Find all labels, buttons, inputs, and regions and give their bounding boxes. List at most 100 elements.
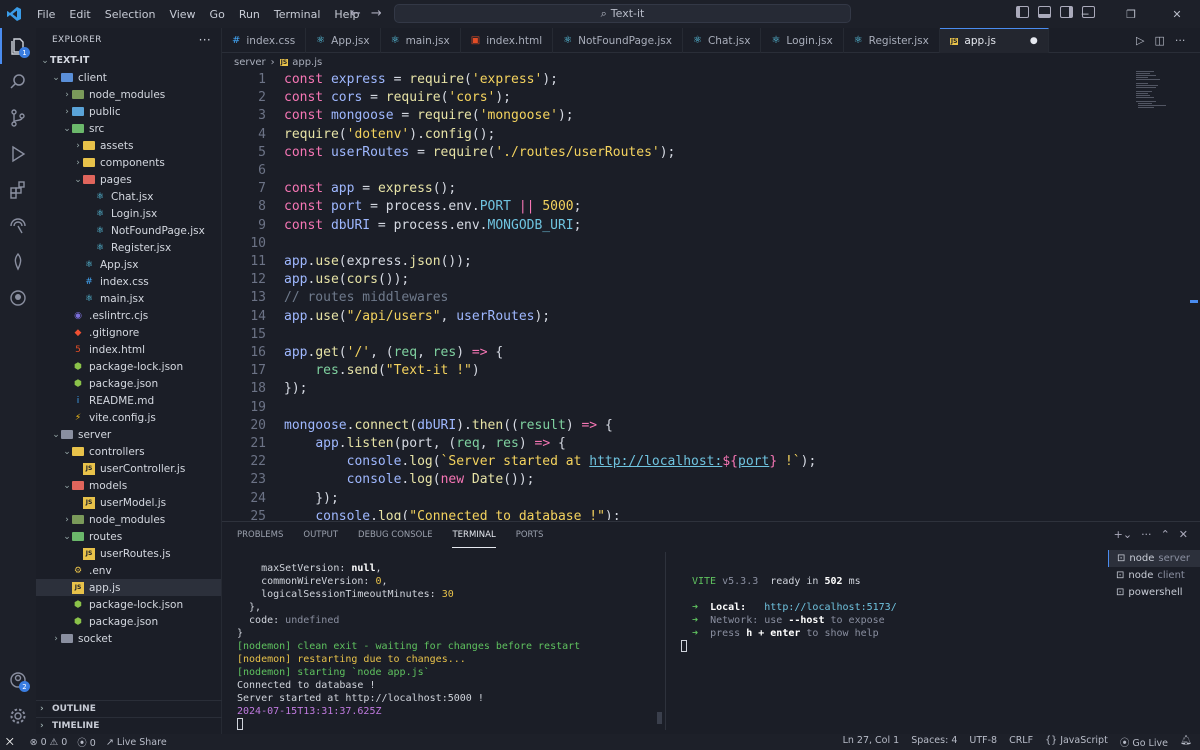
tab-login-jsx[interactable]: ⚛ Login.jsx xyxy=(761,28,844,53)
breadcrumb-file[interactable]: app.js xyxy=(292,57,322,68)
menu-selection[interactable]: Selection xyxy=(98,8,163,21)
folder-item[interactable]: ⌄ models xyxy=(36,477,221,494)
file-item[interactable]: # index.css xyxy=(36,273,221,290)
file-item[interactable]: ⚡ vite.config.js xyxy=(36,409,221,426)
file-item[interactable]: JS userController.js xyxy=(36,460,221,477)
accounts-icon[interactable]: 2 xyxy=(0,662,36,698)
settings-gear-icon[interactable] xyxy=(0,698,36,734)
split-editor-icon[interactable]: ◫ xyxy=(1154,34,1164,47)
folder-item[interactable]: ⌄ client xyxy=(36,69,221,86)
toggle-panel-icon[interactable] xyxy=(1038,6,1051,18)
github-icon[interactable] xyxy=(0,280,36,316)
terminal-server[interactable]: maxSetVersion: null, commonWireVersion: … xyxy=(237,562,657,718)
file-item[interactable]: ⬢ package-lock.json xyxy=(36,358,221,375)
more-actions-icon[interactable]: ··· xyxy=(199,33,211,47)
file-item[interactable]: ⚛ main.jsx xyxy=(36,290,221,307)
folder-item[interactable]: ⌄ pages xyxy=(36,171,221,188)
panel-tab-debug-console[interactable]: DEBUG CONSOLE xyxy=(358,522,432,548)
minimap[interactable] xyxy=(1134,70,1184,110)
go-live-button[interactable]: ⦿ Go Live xyxy=(1120,735,1168,749)
forward-arrow-icon[interactable]: → xyxy=(371,6,392,21)
folder-item[interactable]: ⌄ src xyxy=(36,120,221,137)
remote-indicator-icon[interactable]: ⨉ xyxy=(0,737,20,748)
folder-item[interactable]: ⌄ controllers xyxy=(36,443,221,460)
menu-terminal[interactable]: Terminal xyxy=(267,8,328,21)
file-item[interactable]: ◉ .eslintrc.cjs xyxy=(36,307,221,324)
terminal-scrollbar[interactable] xyxy=(657,712,662,724)
restore-icon[interactable]: ❐ xyxy=(1108,0,1154,28)
maximize-panel-icon[interactable]: ⌃ xyxy=(1161,528,1170,541)
live-share-status[interactable]: ↗ Live Share xyxy=(106,737,167,748)
mongodb-icon[interactable] xyxy=(0,244,36,280)
explorer-icon[interactable]: 1 xyxy=(0,28,36,64)
folder-item[interactable]: › node_modules xyxy=(36,511,221,528)
file-item[interactable]: JS app.js xyxy=(36,579,221,596)
file-item[interactable]: ⚛ Register.jsx xyxy=(36,239,221,256)
file-item[interactable]: ⬢ package-lock.json xyxy=(36,596,221,613)
terminal-client[interactable]: VITE v5.3.3 ready in 502 ms ➜ Local: htt… xyxy=(692,575,1092,640)
close-icon[interactable]: ✕ xyxy=(1154,0,1200,28)
tab-main-jsx[interactable]: ⚛ main.jsx xyxy=(381,28,461,53)
folder-item[interactable]: ⌄ routes xyxy=(36,528,221,545)
tab-register-jsx[interactable]: ⚛ Register.jsx xyxy=(844,28,940,53)
toggle-sidebar-icon[interactable] xyxy=(1016,6,1029,18)
file-item[interactable]: ⚙ .env xyxy=(36,562,221,579)
terminal-instance[interactable]: ⊡ node server xyxy=(1108,550,1200,567)
timeline-section[interactable]: › TIMELINE xyxy=(36,717,222,734)
file-item[interactable]: JS userRoutes.js xyxy=(36,545,221,562)
menu-file[interactable]: File xyxy=(30,8,62,21)
tab-chat-jsx[interactable]: ⚛ Chat.jsx xyxy=(683,28,762,53)
notifications-bell-icon[interactable]: 🔔︎ xyxy=(1180,735,1192,749)
end-of-line[interactable]: CRLF xyxy=(1009,735,1033,749)
extensions-icon[interactable] xyxy=(0,172,36,208)
file-item[interactable]: i README.md xyxy=(36,392,221,409)
breadcrumb-folder[interactable]: server xyxy=(234,57,266,68)
search-icon[interactable] xyxy=(0,64,36,100)
indentation[interactable]: Spaces: 4 xyxy=(911,735,957,749)
terminal-instance[interactable]: ⊡ powershell xyxy=(1108,584,1200,601)
tab-index-html[interactable]: ▣ index.html xyxy=(461,28,554,53)
language-mode[interactable]: {} JavaScript xyxy=(1045,735,1108,749)
minimize-icon[interactable]: ─ xyxy=(1062,0,1108,28)
folder-item[interactable]: › components xyxy=(36,154,221,171)
new-terminal-icon[interactable]: +⌄ xyxy=(1114,528,1132,541)
folder-item[interactable]: › assets xyxy=(36,137,221,154)
panel-tab-output[interactable]: OUTPUT xyxy=(303,522,338,548)
menu-run[interactable]: Run xyxy=(232,8,267,21)
panel-tab-terminal[interactable]: TERMINAL xyxy=(452,522,496,548)
menu-edit[interactable]: Edit xyxy=(62,8,97,21)
file-item[interactable]: JS userModel.js xyxy=(36,494,221,511)
tab-app-js[interactable]: JS app.js ● xyxy=(939,28,1049,53)
more-actions-icon[interactable]: ··· xyxy=(1141,528,1152,541)
file-item[interactable]: ⬢ package.json xyxy=(36,375,221,392)
remote-explorer-icon[interactable] xyxy=(0,208,36,244)
terminal-instance[interactable]: ⊡ node client xyxy=(1108,567,1200,584)
tab-app-jsx[interactable]: ⚛ App.jsx xyxy=(306,28,381,53)
file-item[interactable]: ⚛ App.jsx xyxy=(36,256,221,273)
folder-item[interactable]: ⌄ server xyxy=(36,426,221,443)
run-debug-icon[interactable] xyxy=(0,136,36,172)
menu-go[interactable]: Go xyxy=(203,8,232,21)
folder-item[interactable]: › public xyxy=(36,103,221,120)
back-arrow-icon[interactable]: ← xyxy=(350,6,371,21)
file-item[interactable]: ⚛ NotFoundPage.jsx xyxy=(36,222,221,239)
folder-item[interactable]: › socket xyxy=(36,630,221,647)
panel-tab-ports[interactable]: PORTS xyxy=(516,522,544,548)
folder-item[interactable]: › node_modules xyxy=(36,86,221,103)
outline-section[interactable]: › OUTLINE xyxy=(36,700,222,717)
run-file-icon[interactable]: ▷ xyxy=(1136,34,1144,47)
code-editor[interactable]: 1 const express = require('express'); 2 con… xyxy=(222,70,1200,520)
close-panel-icon[interactable]: ✕ xyxy=(1179,528,1188,541)
encoding[interactable]: UTF-8 xyxy=(969,735,997,749)
workspace-root[interactable]: ⌄ TEXT-IT xyxy=(36,52,221,69)
source-control-icon[interactable] xyxy=(0,100,36,136)
file-item[interactable]: ⚛ Login.jsx xyxy=(36,205,221,222)
file-item[interactable]: ⬢ package.json xyxy=(36,613,221,630)
problems-status[interactable]: ⊗ 0 ⚠ 0 xyxy=(30,737,68,748)
command-center-search[interactable]: ⌕ Text-it xyxy=(394,4,851,23)
file-item[interactable]: ⚛ Chat.jsx xyxy=(36,188,221,205)
menu-view[interactable]: View xyxy=(162,8,202,21)
unsaved-dot-icon[interactable]: ● xyxy=(1030,36,1038,46)
file-item[interactable]: 5 index.html xyxy=(36,341,221,358)
more-actions-icon[interactable]: ··· xyxy=(1175,34,1186,47)
